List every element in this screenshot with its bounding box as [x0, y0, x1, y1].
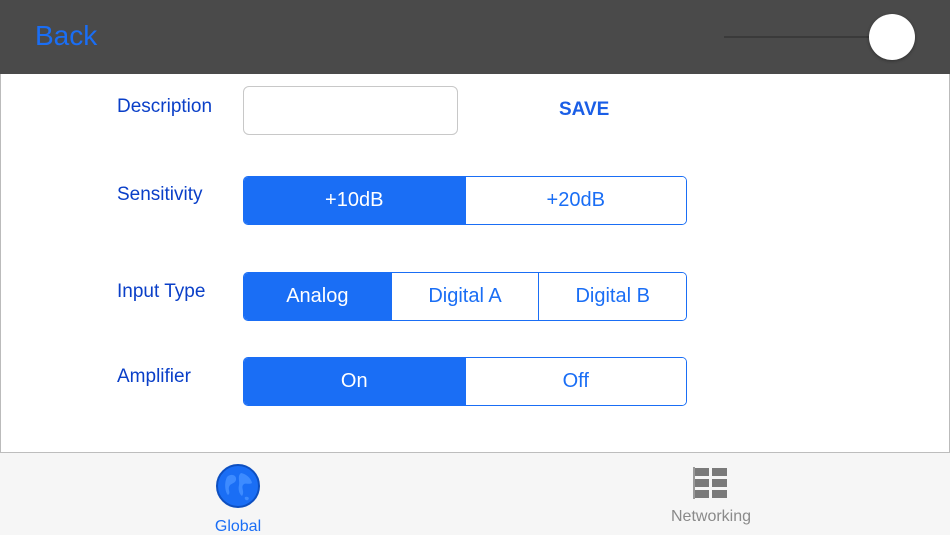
amplifier-option-off[interactable]: Off [464, 358, 686, 405]
sensitivity-segmented-control: +10dB +20dB [243, 176, 687, 225]
tab-global-label: Global [214, 518, 262, 535]
input-type-option-digital-a[interactable]: Digital A [390, 273, 539, 320]
description-label: Description [117, 96, 213, 117]
sensitivity-option-10db[interactable]: +10dB [244, 177, 465, 224]
sensitivity-label: Sensitivity [117, 184, 203, 205]
globe-icon [215, 463, 261, 514]
header-bar: Back [0, 0, 950, 74]
back-button[interactable]: Back [35, 20, 97, 52]
save-button[interactable]: SAVE [559, 99, 609, 121]
tab-networking-label: Networking [670, 508, 752, 525]
tab-networking[interactable]: Networking [611, 453, 811, 535]
input-type-option-digital-b[interactable]: Digital B [538, 273, 686, 320]
tab-global[interactable]: Global [138, 453, 338, 535]
amplifier-option-on[interactable]: On [244, 358, 465, 405]
amplifier-label: Amplifier [117, 366, 191, 387]
grid-icon [691, 467, 731, 504]
sensitivity-option-20db[interactable]: +20dB [464, 177, 686, 224]
toggle-switch[interactable] [869, 14, 915, 60]
input-type-option-analog[interactable]: Analog [244, 273, 391, 320]
amplifier-segmented-control: On Off [243, 357, 687, 406]
description-input[interactable] [243, 86, 458, 135]
input-type-segmented-control: Analog Digital A Digital B [243, 272, 687, 321]
input-type-label: Input Type [117, 281, 206, 302]
tab-bar: Global Networking [0, 452, 950, 535]
